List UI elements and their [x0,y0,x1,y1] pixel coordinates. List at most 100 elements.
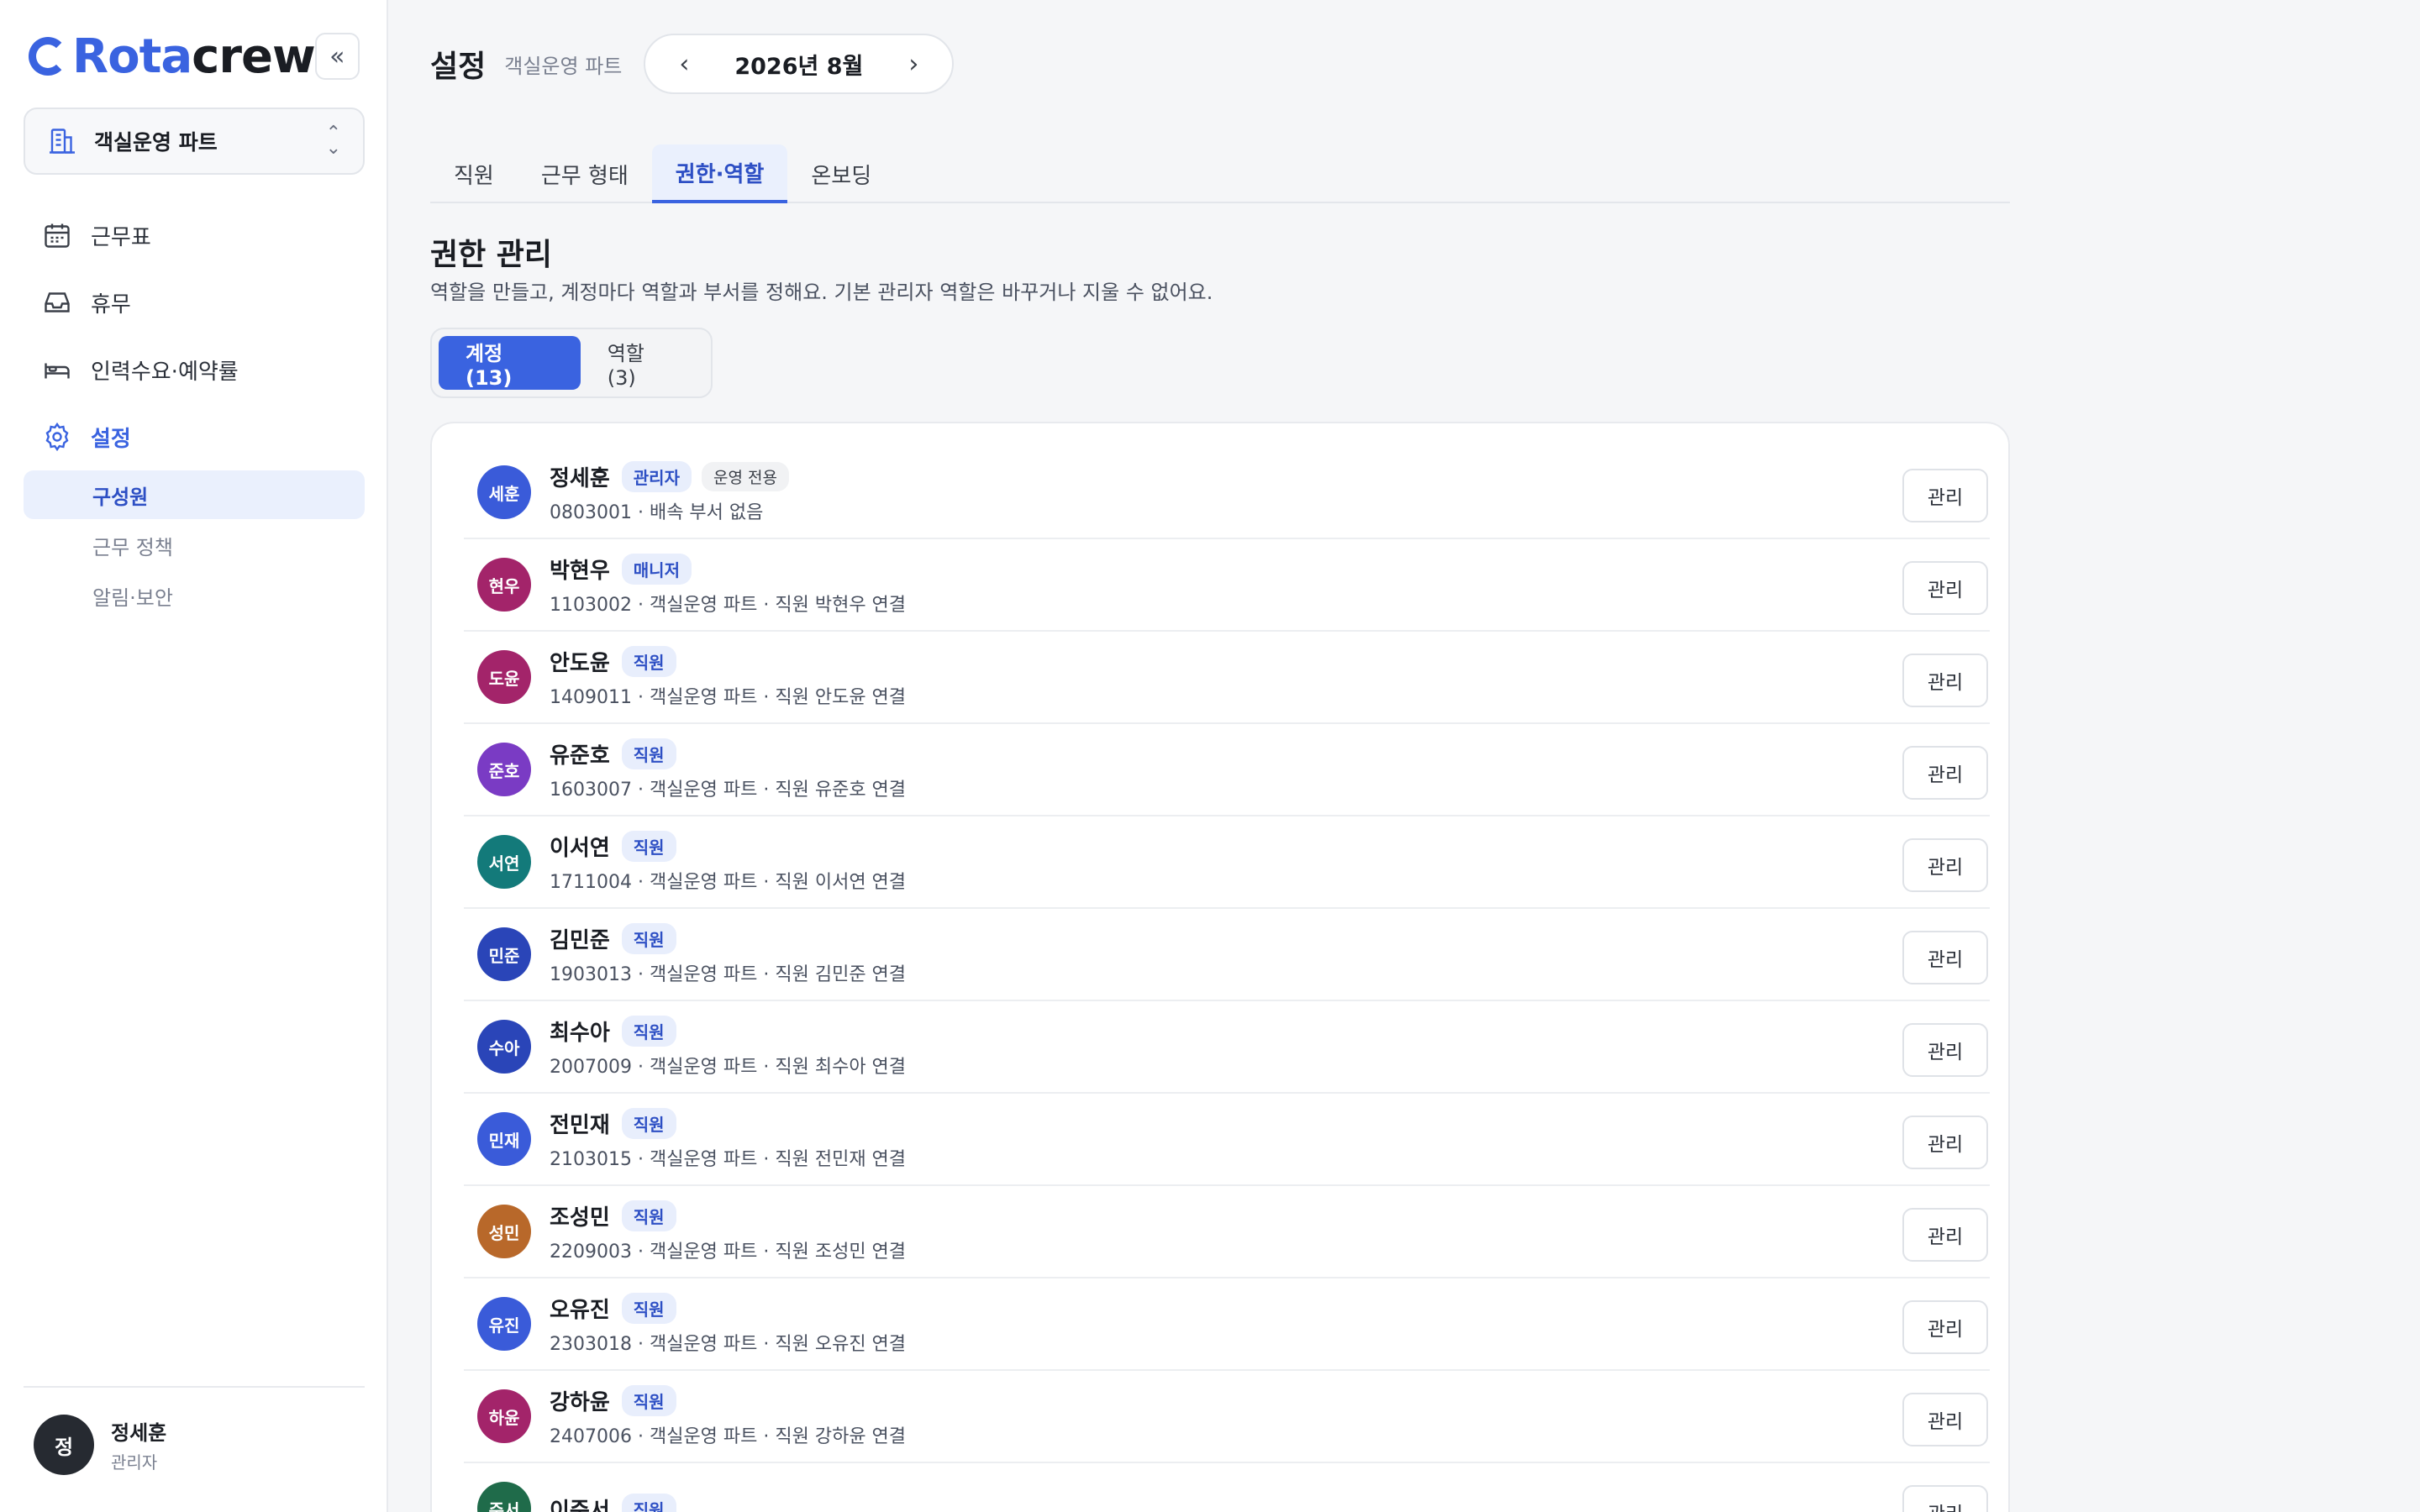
avatar: 수아 [477,1020,531,1074]
avatar: 준호 [477,743,531,796]
account-name: 유준호 [550,743,610,769]
team-selector[interactable]: 객실운영 파트 ⌃ ⌄ [24,108,365,175]
team-selector-label: 객실운영 파트 [94,130,218,155]
role-badge: 직원 [621,1107,676,1139]
collapse-sidebar-button[interactable]: « [314,33,360,80]
current-month: 2026년 8월 [734,53,864,80]
role-badge: 직원 [621,830,676,862]
account-name: 안도윤 [550,650,610,676]
sidebar: Rota crew « 객실운영 파트 ⌃ ⌄ 근무표 휴무 인력수요·예약률 설정… [0,0,388,1512]
main-nav: 근무표 휴무 인력수요·예약률 설정 구성원 근무 정책 알림·보안 [24,202,365,622]
sub-item-label: 구성원 [92,485,149,509]
chevron-up-down-icon: ⌃ ⌄ [325,123,341,159]
calendar-icon [45,223,70,248]
tab-permissions-roles[interactable]: 권한·역할 [651,144,788,203]
account-detail: 1711004 · 객실운영 파트 · 직원 이서연 연결 [550,871,907,893]
building-icon [50,129,75,154]
account-row: 현우 박현우 매니저 1103002 · 객실운영 파트 · 직원 박현우 연결 관리 [464,539,1990,632]
settings-tabs: 직원 근무 형태 권한·역할 온보딩 [430,144,2010,203]
sub-item-members[interactable]: 구성원 [24,470,365,519]
account-name: 박현우 [550,558,610,584]
account-name: 김민준 [550,927,610,953]
manage-button[interactable]: 관리 [1902,654,1988,707]
account-name: 조성민 [550,1205,610,1231]
account-heading: 김민준 직원 [550,922,1990,954]
tab-staff[interactable]: 직원 [430,144,518,203]
nav-item-dayoff[interactable]: 휴무 [24,269,365,336]
sidebar-footer: 정 정세훈 관리자 [24,1386,365,1512]
account-name: 강하윤 [550,1389,610,1415]
role-badge: 직원 [621,645,676,677]
account-info: 유준호 직원 1603007 · 객실운영 파트 · 직원 유준호 연결 [550,738,1990,801]
account-detail: 1103002 · 객실운영 파트 · 직원 박현우 연결 [550,594,907,616]
manage-button[interactable]: 관리 [1902,1208,1988,1262]
manage-button[interactable]: 관리 [1902,1023,1988,1077]
account-row: 서연 이서연 직원 1711004 · 객실운영 파트 · 직원 이서연 연결 관리 [464,816,1990,909]
user-name: 정세훈 [111,1421,167,1445]
manage-button[interactable]: 관리 [1902,469,1988,522]
nav-item-demand[interactable]: 인력수요·예약률 [24,336,365,403]
manage-button[interactable]: 관리 [1902,1485,1988,1512]
manage-button[interactable]: 관리 [1902,746,1988,800]
manage-button[interactable]: 관리 [1902,1393,1988,1446]
segment-roles[interactable]: 역할 (3) [581,336,704,390]
nav-item-schedule[interactable]: 근무표 [24,202,365,269]
account-name: 이서연 [550,835,610,861]
account-row: 수아 최수아 직원 2007009 · 객실운영 파트 · 직원 최수아 연결 관리 [464,1001,1990,1094]
sub-item-label: 알림·보안 [92,585,173,610]
avatar: 준서 [477,1482,531,1512]
user-profile[interactable]: 정 정세훈 관리자 [34,1415,166,1475]
page-title: 설정 [430,50,487,84]
logo-row: Rota crew « [29,29,360,84]
account-heading: 이서연 직원 [550,830,1990,862]
account-info: 조성민 직원 2209003 · 객실운영 파트 · 직원 조성민 연결 [550,1200,1990,1263]
manage-button[interactable]: 관리 [1902,1300,1988,1354]
account-info: 안도윤 직원 1409011 · 객실운영 파트 · 직원 안도윤 연결 [550,645,1990,709]
logo-mark-icon [29,37,67,76]
role-badge: 직원 [621,1015,676,1047]
role-badge: 관리자 [621,460,692,492]
page-subtitle: 객실운영 파트 [504,54,623,78]
account-heading: 강하윤 직원 [550,1384,1990,1416]
account-detail: 2209003 · 객실운영 파트 · 직원 조성민 연결 [550,1241,907,1263]
account-name: 전민재 [550,1112,610,1138]
chevron-right-icon: › [908,49,919,79]
manage-button[interactable]: 관리 [1902,561,1988,615]
tab-work-types[interactable]: 근무 형태 [518,144,652,203]
account-info: 정세훈 관리자 운영 전용 0803001 · 배속 부서 없음 [550,460,1990,524]
manage-button[interactable]: 관리 [1902,1116,1988,1169]
account-info: 박현우 매니저 1103002 · 객실운영 파트 · 직원 박현우 연결 [550,553,1990,617]
account-heading: 유준호 직원 [550,738,1990,769]
nav-item-settings[interactable]: 설정 [24,403,365,470]
manage-button[interactable]: 관리 [1902,931,1988,984]
tab-onboarding[interactable]: 온보딩 [787,144,895,203]
account-heading: 정세훈 관리자 운영 전용 [550,460,1990,492]
account-info: 오유진 직원 2303018 · 객실운영 파트 · 직원 오유진 연결 [550,1292,1990,1356]
role-badge: 직원 [621,1292,676,1324]
account-detail: 2103015 · 객실운영 파트 · 직원 전민재 연결 [550,1148,907,1170]
avatar: 민재 [477,1112,531,1166]
logo[interactable]: Rota crew [29,29,316,84]
next-month-button[interactable]: › [897,50,930,79]
nav-label: 휴무 [91,291,131,318]
manage-button[interactable]: 관리 [1902,838,1988,892]
sub-item-work-policy[interactable]: 근무 정책 [24,521,365,570]
avatar: 서연 [477,835,531,889]
account-row: 준서 이준서 직원 관리 [464,1463,1990,1512]
account-info: 강하윤 직원 2407006 · 객실운영 파트 · 직원 강하윤 연결 [550,1384,1990,1448]
section-description: 역할을 만들고, 계정마다 역할과 부서를 정해요. 기본 관리자 역할은 바꾸… [430,281,1213,304]
ops-only-badge: 운영 전용 [701,461,789,491]
account-heading: 최수아 직원 [550,1015,1990,1047]
account-info: 이준서 직원 [550,1493,1990,1512]
role-badge: 직원 [621,922,676,954]
segment-accounts[interactable]: 계정 (13) [439,336,581,390]
role-badge: 직원 [621,1493,676,1512]
user-role: 관리자 [111,1452,158,1473]
account-detail: 1903013 · 객실운영 파트 · 직원 김민준 연결 [550,963,907,985]
prev-month-button[interactable]: ‹ [667,50,701,79]
segment-control: 계정 (13) 역할 (3) [430,328,713,398]
account-heading: 박현우 매니저 [550,553,1990,585]
role-badge: 매니저 [621,553,692,585]
account-heading: 전민재 직원 [550,1107,1990,1139]
sub-item-alerts-security[interactable]: 알림·보안 [24,571,365,620]
